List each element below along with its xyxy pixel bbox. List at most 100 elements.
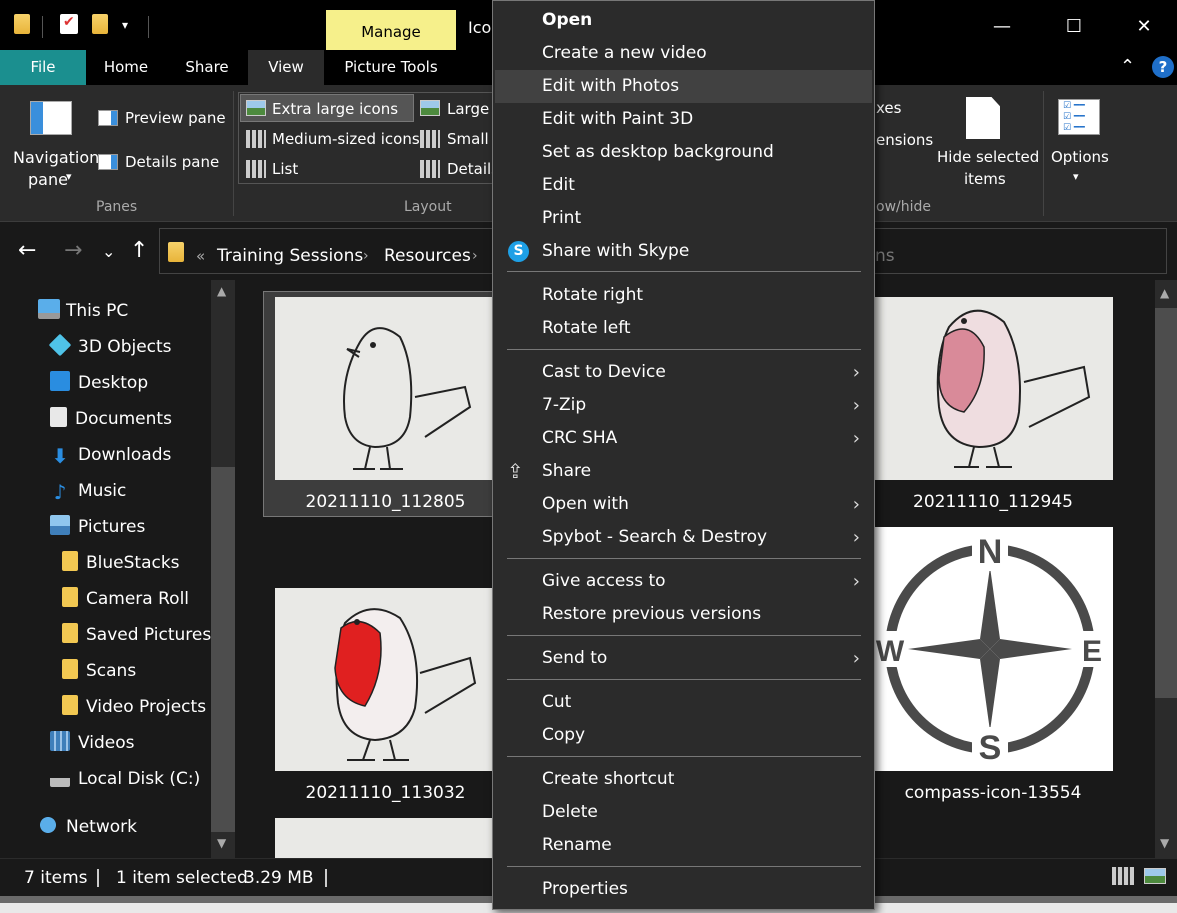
layout-medium-sized-icons[interactable]: Medium-sized icons (272, 130, 420, 148)
menu-item-7-zip[interactable]: 7-Zip › (493, 389, 874, 422)
scroll-up-icon[interactable]: ▲ (1160, 286, 1169, 300)
menu-item-spybot[interactable]: Spybot - Search & Destroy › (493, 521, 874, 554)
nav-item-saved-pictures[interactable]: Saved Pictures (62, 619, 211, 651)
breadcrumb-overflow[interactable]: « (196, 247, 205, 265)
drive-icon (50, 767, 70, 787)
large-icons-view-icon[interactable] (1144, 868, 1166, 884)
nav-item-scans[interactable]: Scans (62, 655, 136, 687)
nav-item-videos[interactable]: Videos (50, 727, 135, 759)
thumbnail-robin-pink[interactable] (874, 297, 1113, 480)
menu-item-properties[interactable]: Properties (493, 873, 874, 906)
tab-home[interactable]: Home (86, 50, 166, 85)
forward-arrow-icon[interactable]: → (64, 238, 82, 263)
menu-item-cut[interactable]: Cut (493, 686, 874, 719)
menu-item-edit[interactable]: Edit (493, 169, 874, 202)
recent-locations-chevron-icon[interactable]: ⌄ (102, 242, 115, 261)
menu-item-share-with-skype[interactable]: S Share with Skype (493, 235, 874, 268)
nav-pane-scrollbar[interactable]: ▲ ▼ (211, 280, 235, 858)
options-label: Options (1051, 148, 1109, 166)
item-check-boxes-label[interactable]: xes (876, 99, 901, 117)
search-input[interactable]: ns (872, 228, 1167, 274)
nav-item-music[interactable]: ♪ Music (50, 475, 127, 507)
new-folder-icon[interactable] (92, 14, 108, 34)
details-pane-icon (98, 154, 118, 170)
menu-item-give-access-to[interactable]: Give access to › (493, 565, 874, 598)
tab-picture-tools[interactable]: Picture Tools (326, 50, 456, 85)
folder-icon (62, 587, 78, 607)
layout-extra-large-icons[interactable]: Extra large icons (272, 100, 398, 118)
menu-item-print[interactable]: Print (493, 202, 874, 235)
nav-item-network[interactable]: Network (38, 811, 137, 843)
address-bar[interactable]: « Training Sessions › Resources › (159, 228, 495, 274)
details-view-icon[interactable] (1112, 867, 1134, 885)
menu-item-edit-with-paint-3d[interactable]: Edit with Paint 3D (493, 103, 874, 136)
nav-item-downloads[interactable]: ⬇ Downloads (50, 439, 172, 471)
nav-item-documents[interactable]: Documents (50, 403, 172, 435)
menu-item-delete[interactable]: Delete (493, 796, 874, 829)
thumbnail-robin-sketch[interactable] (275, 297, 495, 480)
layout-large[interactable]: Large (447, 100, 489, 118)
submenu-chevron-icon: › (852, 428, 860, 449)
menu-item-cast-to-device[interactable]: Cast to Device › (493, 356, 874, 389)
toolbar-divider (42, 16, 43, 38)
manage-tab[interactable]: Manage (326, 10, 456, 50)
file-view-scroll-thumb[interactable] (1155, 308, 1177, 698)
help-icon[interactable]: ? (1152, 56, 1174, 78)
folder-icon[interactable] (14, 14, 30, 34)
menu-item-send-to[interactable]: Send to › (493, 642, 874, 675)
file-name: 20211110_112805 (305, 492, 466, 512)
menu-item-rotate-left[interactable]: Rotate left (493, 312, 874, 345)
tab-share[interactable]: Share (166, 50, 248, 85)
nav-item-local-disk[interactable]: Local Disk (C:) (50, 763, 200, 795)
menu-item-edit-with-photos[interactable]: Edit with Photos (495, 70, 872, 103)
menu-item-crc-sha[interactable]: CRC SHA › (493, 422, 874, 455)
nav-pane-scroll-thumb[interactable] (211, 467, 235, 832)
nav-item-3d-objects[interactable]: 3D Objects (48, 331, 172, 363)
nav-item-pictures[interactable]: Pictures (50, 511, 145, 543)
menu-item-open-with[interactable]: Open with › (493, 488, 874, 521)
file-name-extensions-label[interactable]: ensions (876, 131, 933, 149)
breadcrumb-chevron-icon: › (363, 248, 369, 264)
customize-toolbar-chevron-icon[interactable]: ▾ (122, 18, 128, 32)
close-button[interactable]: ✕ (1124, 10, 1164, 44)
status-size: 3.29 MB (244, 868, 314, 888)
properties-icon[interactable] (60, 14, 78, 34)
layout-small[interactable]: Small (447, 130, 489, 148)
submenu-chevron-icon: › (852, 648, 860, 669)
menu-item-copy[interactable]: Copy (493, 719, 874, 752)
minimize-button[interactable]: — (982, 10, 1022, 44)
menu-item-set-desktop-background[interactable]: Set as desktop background (493, 136, 874, 169)
menu-item-rename[interactable]: Rename (493, 829, 874, 862)
nav-item-desktop[interactable]: Desktop (50, 367, 148, 399)
scroll-down-icon[interactable]: ▼ (217, 836, 226, 850)
tab-view[interactable]: View (248, 50, 324, 85)
nav-item-camera-roll[interactable]: Camera Roll (62, 583, 189, 615)
menu-item-rotate-right[interactable]: Rotate right (493, 279, 874, 312)
thumbnail-compass[interactable]: N S E W (874, 527, 1113, 771)
menu-item-create-shortcut[interactable]: Create shortcut (493, 763, 874, 796)
thumbnail-robin-red[interactable] (275, 588, 495, 771)
nav-item-this-pc[interactable]: This PC (38, 295, 128, 327)
tab-file[interactable]: File (0, 50, 86, 85)
thumbnail-partial[interactable] (275, 818, 495, 858)
scroll-up-icon[interactable]: ▲ (217, 284, 226, 298)
menu-item-share[interactable]: ⇪ Share (493, 455, 874, 488)
breadcrumb-resources[interactable]: Resources (384, 246, 471, 266)
menu-item-restore-previous-versions[interactable]: Restore previous versions (493, 598, 874, 631)
menu-item-create-new-video[interactable]: Create a new video (493, 37, 874, 70)
scroll-down-icon[interactable]: ▼ (1160, 836, 1169, 850)
back-arrow-icon[interactable]: ← (18, 238, 36, 263)
status-divider (97, 869, 99, 887)
file-view-scrollbar[interactable]: ▲ ▼ (1155, 280, 1177, 858)
up-arrow-icon[interactable]: ↑ (130, 238, 148, 263)
menu-item-open[interactable]: Open (493, 4, 874, 37)
breadcrumb-training-sessions[interactable]: Training Sessions (217, 246, 363, 266)
maximize-button[interactable]: ☐ (1054, 10, 1094, 44)
collapse-ribbon-chevron-icon[interactable]: ⌃ (1120, 56, 1135, 77)
nav-item-video-projects[interactable]: Video Projects (62, 691, 206, 723)
navigation-pane-icon (30, 101, 72, 135)
nav-item-bluestacks[interactable]: BlueStacks (62, 547, 180, 579)
layout-list[interactable]: List (272, 160, 298, 178)
list-icon (246, 160, 266, 178)
film-icon (50, 731, 70, 751)
